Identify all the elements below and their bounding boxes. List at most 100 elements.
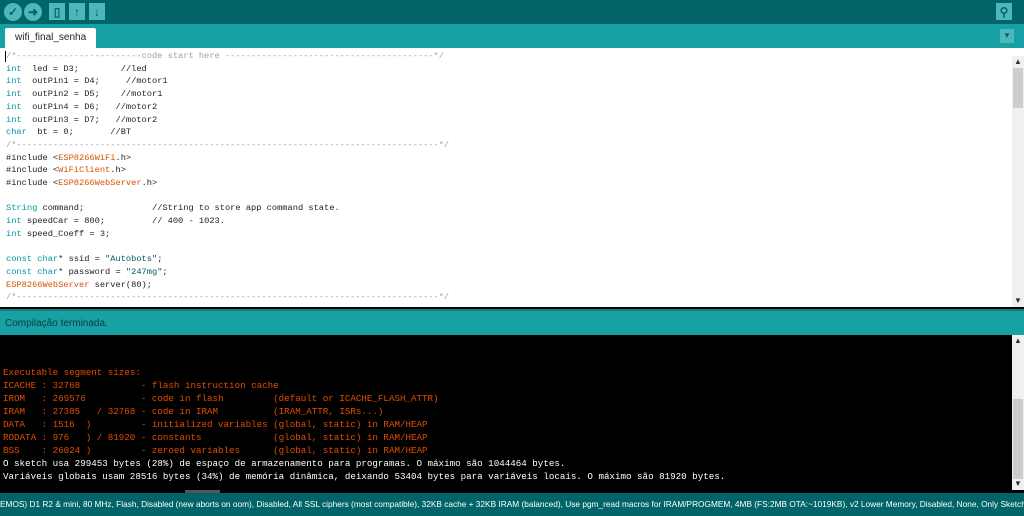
- open-button[interactable]: ↑: [69, 3, 85, 20]
- new-file-icon: ▯: [53, 4, 61, 19]
- code-token: led = D3; //led: [21, 63, 147, 74]
- code-line: /*--------------------------------------…: [6, 139, 449, 152]
- code-token: command; //String to store app command s…: [37, 203, 340, 214]
- code-token: #include <: [6, 152, 59, 163]
- verify-button[interactable]: ✓: [4, 3, 22, 21]
- console-line: Variáveis globais usam 28516 bytes (34%)…: [3, 471, 726, 482]
- arrow-down-icon: ↓: [94, 4, 100, 19]
- code-token: int: [6, 63, 22, 74]
- code-line: int outPin3 = D7; //motor2: [6, 114, 449, 127]
- code-token: ESP8266WebServer: [6, 279, 90, 290]
- console-line: RODATA : 976 ) / 81920 - constants (glob…: [3, 432, 428, 443]
- code-token: int: [6, 114, 22, 125]
- code-token: const char: [6, 266, 59, 277]
- code-token: speed_Coeff = 3;: [21, 228, 111, 239]
- code-editor[interactable]: /*------------------------code start her…: [0, 48, 1024, 307]
- code-token: outPin1 = D4; //motor1: [21, 76, 168, 87]
- scroll-down-icon[interactable]: ▼: [1012, 295, 1024, 307]
- code-line: int led = D3; //led: [6, 63, 449, 76]
- magnifier-icon: ⚲: [999, 4, 1009, 19]
- serial-monitor-button[interactable]: ⚲: [996, 3, 1012, 20]
- tab-sketch[interactable]: wifi_final_senha: [5, 28, 97, 48]
- board-info-bar: EMOS) D1 R2 & mini, 80 MHz, Flash, Disab…: [0, 493, 1024, 516]
- save-button[interactable]: ↓: [89, 3, 105, 20]
- check-icon: ✓: [7, 5, 19, 19]
- status-message: Compilação terminada.: [5, 318, 108, 329]
- code-token: "247mg": [125, 266, 163, 277]
- status-bar: Compilação terminada.: [0, 309, 1024, 335]
- code-token: String: [6, 203, 38, 214]
- code-token: * ssid =: [58, 254, 106, 265]
- code-token: "Autobots": [105, 254, 158, 265]
- code-line: /*--------------------------------------…: [6, 291, 449, 304]
- arrow-right-icon: ➜: [27, 5, 39, 19]
- code-line: #include <ESP8266WiFi.h>: [6, 152, 449, 165]
- code-line: int outPin1 = D4; //motor1: [6, 75, 449, 88]
- code-token: int: [6, 76, 22, 87]
- console-line: DATA : 1516 ) - initialized variables (g…: [3, 419, 428, 430]
- code-token: const char: [6, 254, 59, 265]
- code-token: /*--------------------------------------…: [6, 139, 450, 150]
- code-token: int: [6, 216, 22, 227]
- editor-scrollbar[interactable]: ▲ ▼: [1012, 56, 1024, 307]
- code-line: /*------------------------code start her…: [6, 50, 449, 63]
- code-token: outPin3 = D7; //motor2: [21, 114, 158, 125]
- console-line: ICACHE : 32768 - flash instruction cache: [3, 380, 279, 391]
- code-line: int outPin4 = D6; //motor2: [6, 101, 449, 114]
- toolbar: ✓ ➜ ▯ ↑ ↓ ⚲: [0, 0, 1024, 24]
- code-line: const char* ssid = "Autobots";: [6, 253, 449, 266]
- code-token: .h>: [110, 165, 126, 176]
- editor-scroll-thumb[interactable]: [1013, 68, 1023, 108]
- console-line: IRAM : 27385 / 32768 - code in IRAM (IRA…: [3, 406, 384, 417]
- code-line: #include <ESP8266WebServer.h>: [6, 177, 449, 190]
- code-line: String command; //String to store app co…: [6, 202, 449, 215]
- code-token: ESP8266WebServer: [58, 178, 142, 189]
- upload-button[interactable]: ➜: [24, 3, 42, 21]
- console-line: IROM : 269576 - code in flash (default o…: [3, 393, 439, 404]
- code-token: server(80);: [89, 279, 152, 290]
- scroll-down-icon[interactable]: ▼: [1012, 478, 1024, 490]
- code-line: ESP8266WebServer server(80);: [6, 279, 449, 292]
- code-token: int: [6, 89, 22, 100]
- board-info: EMOS) D1 R2 & mini, 80 MHz, Flash, Disab…: [0, 499, 1024, 509]
- scroll-up-icon[interactable]: ▲: [1012, 56, 1024, 68]
- code-line: int outPin2 = D5; //motor1: [6, 88, 449, 101]
- tab-menu-button[interactable]: ▼: [1000, 29, 1014, 43]
- code-content[interactable]: /*------------------------code start her…: [6, 50, 449, 304]
- code-line: int speedCar = 800; // 400 - 1023.: [6, 215, 449, 228]
- code-line: const char* password = "247mg";: [6, 266, 449, 279]
- code-token: int: [6, 101, 22, 112]
- new-button[interactable]: ▯: [49, 3, 65, 20]
- code-token: outPin4 = D6; //motor2: [21, 101, 158, 112]
- arrow-up-icon: ↑: [74, 4, 80, 19]
- console-line: Executable segment sizes:: [3, 367, 141, 378]
- scroll-up-icon[interactable]: ▲: [1012, 335, 1024, 347]
- code-token: * password =: [58, 266, 126, 277]
- code-line: char bt = 0; //BT: [6, 126, 449, 139]
- code-line: int speed_Coeff = 3;: [6, 228, 449, 241]
- code-token: ;: [157, 254, 163, 265]
- code-token: bt = 0; //BT: [26, 127, 132, 138]
- console-line: BSS : 26024 ) - zeroed variables (global…: [3, 445, 428, 456]
- code-token: WiFiClient: [58, 165, 111, 176]
- console-line: O sketch usa 299453 bytes (28%) de espaç…: [3, 458, 566, 469]
- console-scrollbar[interactable]: ▲ ▼: [1012, 335, 1024, 490]
- code-token: ESP8266WiFi: [58, 152, 116, 163]
- code-token: speedCar = 800; // 400 - 1023.: [21, 216, 225, 227]
- code-token: int: [6, 228, 22, 239]
- code-token: .h>: [141, 178, 158, 189]
- code-token: #include <: [6, 165, 59, 176]
- code-token: .h>: [115, 152, 132, 163]
- code-token: /*------------------------code start her…: [6, 51, 444, 61]
- code-token: /*--------------------------------------…: [6, 292, 450, 303]
- console-scroll-thumb[interactable]: [1013, 399, 1023, 479]
- code-token: #include <: [6, 178, 59, 189]
- console-output[interactable]: Executable segment sizes: ICACHE : 32768 …: [0, 335, 1024, 491]
- code-token: outPin2 = D5; //motor1: [21, 89, 163, 100]
- tab-bar: wifi_final_senha ▼: [0, 24, 1024, 48]
- console-lines: Executable segment sizes: ICACHE : 32768 …: [3, 366, 725, 483]
- code-token: char: [6, 127, 27, 138]
- code-line: #include <WiFiClient.h>: [6, 164, 449, 177]
